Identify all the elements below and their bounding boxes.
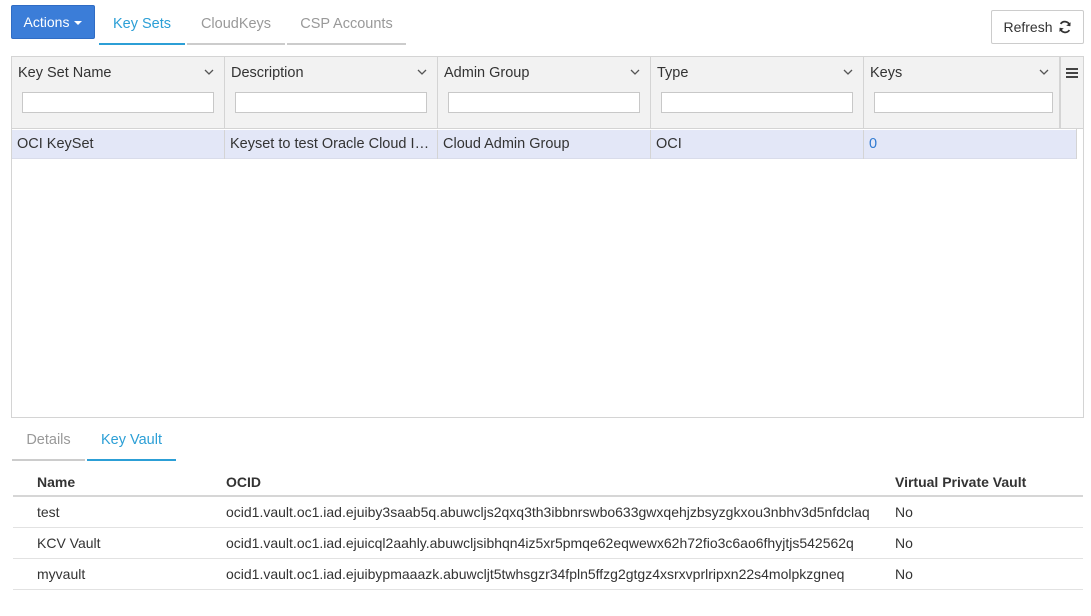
- cell-type: OCI: [651, 130, 864, 159]
- tab-key-sets[interactable]: Key Sets: [99, 5, 185, 45]
- cell-vault-name: test: [37, 504, 60, 520]
- chevron-down-icon[interactable]: [1039, 67, 1049, 77]
- cell-vault-vpv: No: [895, 535, 913, 551]
- filter-description-input[interactable]: [235, 92, 427, 113]
- column-title: Type: [657, 65, 689, 81]
- table-header-row: Name OCID Virtual Private Vault: [13, 468, 1083, 497]
- column-header-keys[interactable]: Keys: [864, 57, 1060, 128]
- cell-keys-link[interactable]: 0: [864, 130, 1077, 159]
- filter-admin-group-input[interactable]: [448, 92, 640, 113]
- table-row[interactable]: test ocid1.vault.oc1.iad.ejuiby3saab5q.a…: [13, 497, 1083, 528]
- header-name: Name: [37, 474, 76, 490]
- filter-key-set-name-input[interactable]: [22, 92, 214, 113]
- column-title: Description: [231, 65, 304, 81]
- column-header-type[interactable]: Type: [651, 57, 864, 128]
- table-row[interactable]: KCV Vault ocid1.vault.oc1.iad.ejuicql2aa…: [13, 528, 1083, 559]
- chevron-down-icon[interactable]: [204, 67, 214, 77]
- tab-cloudkeys-label: CloudKeys: [200, 16, 272, 32]
- caret-down-icon: [74, 21, 83, 25]
- cell-vault-ocid: ocid1.vault.oc1.iad.ejuiby3saab5q.abuwcl…: [226, 504, 870, 520]
- cell-vault-name: myvault: [37, 566, 86, 582]
- column-header-admin-group[interactable]: Admin Group: [438, 57, 651, 128]
- filter-keys-input[interactable]: [874, 92, 1053, 113]
- hamburger-menu-icon: [1066, 68, 1078, 78]
- column-menu-button[interactable]: [1060, 57, 1083, 128]
- chevron-down-icon[interactable]: [843, 67, 853, 77]
- column-title: Keys: [870, 65, 903, 81]
- actions-label: Actions: [23, 14, 70, 30]
- actions-button[interactable]: Actions: [11, 5, 95, 39]
- tab-key-vault-label: Key Vault: [101, 431, 162, 448]
- cell-vault-ocid: ocid1.vault.oc1.iad.ejuibypmaaazk.abuwcl…: [226, 566, 845, 582]
- chevron-down-icon[interactable]: [630, 67, 640, 77]
- grid-header: Key Set Name Description Admin Group Typ…: [12, 57, 1083, 129]
- cell-admin-group: Cloud Admin Group: [438, 130, 651, 159]
- refresh-icon: [1058, 20, 1071, 34]
- filter-type-input[interactable]: [661, 92, 853, 113]
- cell-key-set-name: OCI KeySet: [12, 130, 225, 159]
- tab-key-vault[interactable]: Key Vault: [87, 420, 176, 461]
- cell-description: Keyset to test Oracle Cloud Integration: [225, 130, 438, 159]
- cell-vault-vpv: No: [895, 566, 913, 582]
- refresh-button[interactable]: Refresh: [991, 10, 1084, 44]
- header-ocid: OCID: [226, 474, 261, 490]
- table-row[interactable]: OCI KeySet Keyset to test Oracle Cloud I…: [12, 130, 1077, 159]
- chevron-down-icon[interactable]: [417, 67, 427, 77]
- cell-vault-ocid: ocid1.vault.oc1.iad.ejuicql2aahly.abuwcl…: [226, 535, 854, 551]
- table-row[interactable]: myvault ocid1.vault.oc1.iad.ejuibypmaaaz…: [13, 559, 1083, 590]
- tab-csp-accounts-label: CSP Accounts: [300, 16, 393, 32]
- scrollbar-divider: [1076, 129, 1077, 159]
- refresh-label: Refresh: [1003, 19, 1053, 35]
- column-header-key-set-name[interactable]: Key Set Name: [12, 57, 225, 128]
- cell-vault-vpv: No: [895, 504, 913, 520]
- cell-vault-name: KCV Vault: [37, 535, 101, 551]
- column-title: Admin Group: [444, 65, 530, 81]
- tab-csp-accounts[interactable]: CSP Accounts: [287, 5, 406, 45]
- header-virtual-private-vault: Virtual Private Vault: [895, 474, 1027, 490]
- column-title: Key Set Name: [18, 65, 112, 81]
- key-sets-grid: Key Set Name Description Admin Group Typ…: [11, 56, 1084, 418]
- column-header-description[interactable]: Description: [225, 57, 438, 128]
- tab-cloudkeys[interactable]: CloudKeys: [187, 5, 285, 45]
- tab-details-label: Details: [26, 431, 71, 448]
- tab-key-sets-label: Key Sets: [112, 16, 172, 32]
- tab-details[interactable]: Details: [12, 420, 85, 461]
